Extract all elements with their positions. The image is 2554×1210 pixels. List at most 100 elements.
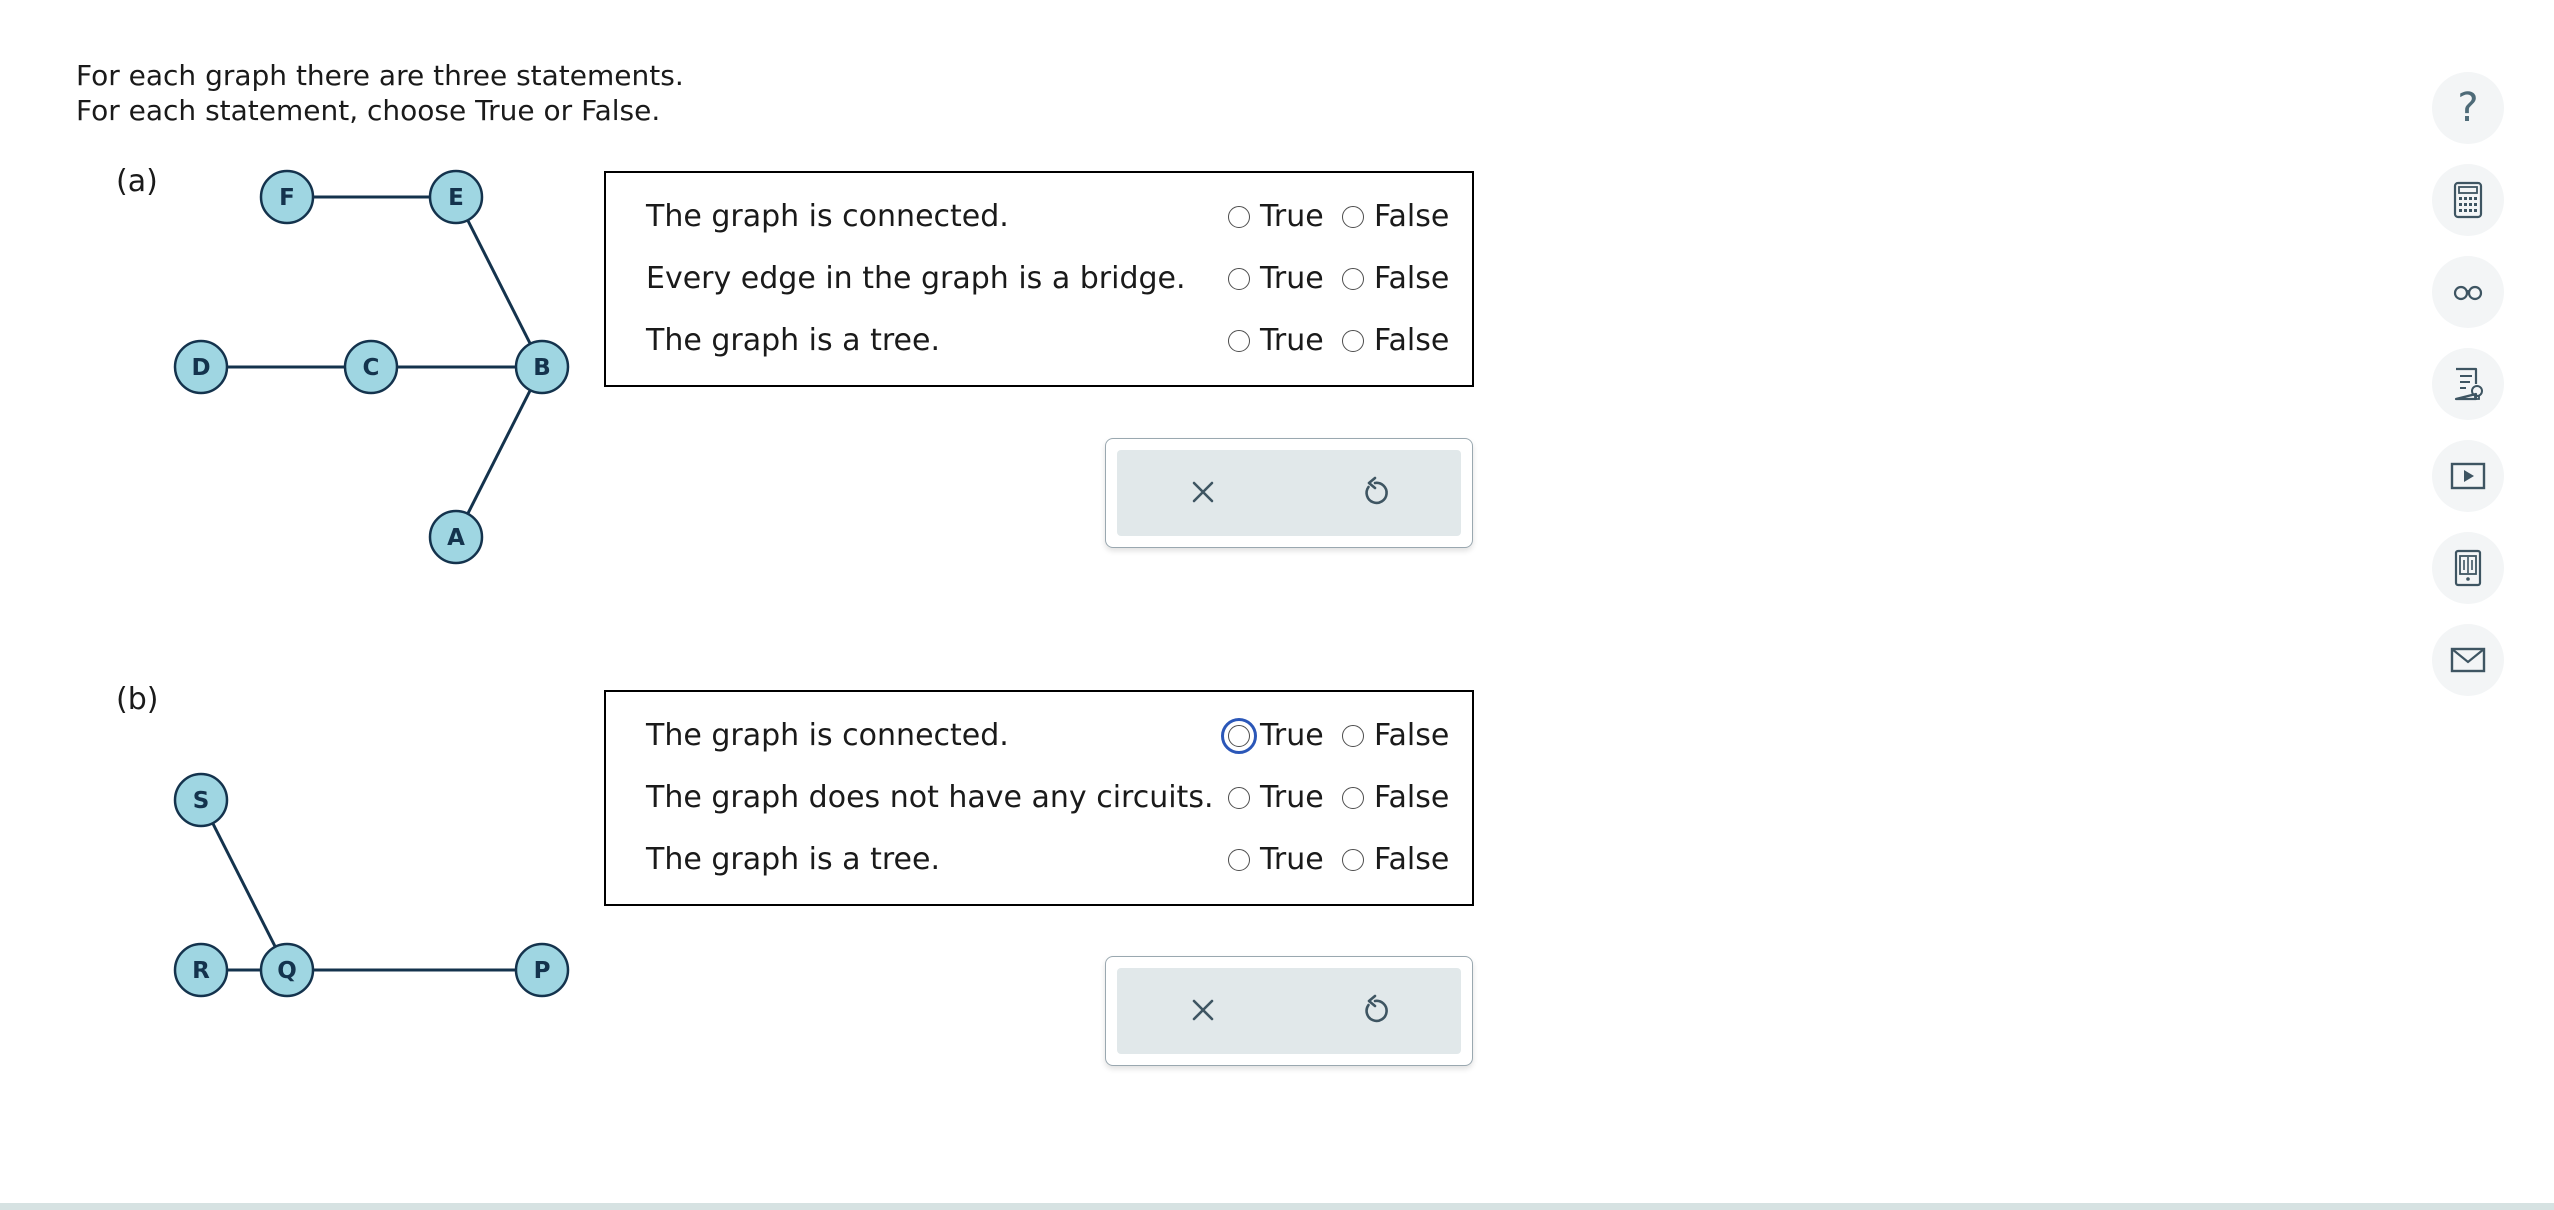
answer-actions-a bbox=[1105, 438, 1473, 548]
false-label: False bbox=[1374, 718, 1450, 753]
svg-text:F: F bbox=[279, 185, 295, 211]
true-option[interactable]: True bbox=[1228, 261, 1324, 296]
statement-text: The graph is a tree. bbox=[646, 323, 940, 358]
false-radio[interactable] bbox=[1342, 205, 1364, 228]
node-d: D bbox=[173, 339, 229, 395]
statement-text: Every edge in the graph is a bridge. bbox=[646, 261, 1186, 296]
false-option[interactable]: False bbox=[1342, 261, 1449, 296]
graph-a: F E D C B A bbox=[173, 169, 570, 565]
notes-icon bbox=[2454, 367, 2483, 401]
true-label: True bbox=[1260, 842, 1324, 877]
true-option[interactable]: True bbox=[1228, 780, 1324, 815]
action-bar bbox=[1117, 450, 1461, 536]
ebook-icon bbox=[2454, 549, 2482, 587]
true-radio[interactable] bbox=[1228, 786, 1250, 809]
statement-row: Every edge in the graph is a bridge. Tru… bbox=[606, 247, 1472, 309]
false-radio[interactable] bbox=[1342, 786, 1364, 809]
video-button[interactable] bbox=[2432, 440, 2504, 512]
true-option[interactable]: True bbox=[1228, 842, 1324, 877]
edge-b-a bbox=[454, 366, 544, 538]
clear-button[interactable] bbox=[1183, 472, 1223, 512]
statement-row: The graph is connected. True False bbox=[606, 704, 1472, 766]
statement-text: The graph is connected. bbox=[646, 718, 1009, 753]
edge-s-q bbox=[199, 799, 289, 971]
ebook-button[interactable] bbox=[2432, 532, 2504, 604]
hints-button[interactable] bbox=[2432, 348, 2504, 420]
false-option[interactable]: False bbox=[1342, 323, 1449, 358]
statement-row: The graph does not have any circuits. Tr… bbox=[606, 766, 1472, 828]
statement-text: The graph is connected. bbox=[646, 199, 1009, 234]
false-label: False bbox=[1374, 842, 1450, 877]
node-a: A bbox=[428, 509, 484, 565]
undo-button[interactable] bbox=[1355, 990, 1395, 1030]
true-label: True bbox=[1260, 199, 1324, 234]
false-option[interactable]: False bbox=[1342, 718, 1449, 753]
statement-row: The graph is connected. True False bbox=[606, 185, 1472, 247]
edge-e-b bbox=[454, 196, 544, 368]
bottom-bar bbox=[0, 1203, 2554, 1210]
false-label: False bbox=[1374, 199, 1450, 234]
statement-row: The graph is a tree. True False bbox=[606, 828, 1472, 890]
calculator-icon bbox=[2453, 181, 2483, 219]
node-r: R bbox=[173, 942, 229, 998]
true-option[interactable]: True bbox=[1221, 717, 1324, 754]
true-option[interactable]: True bbox=[1228, 323, 1324, 358]
false-option[interactable]: False bbox=[1342, 199, 1449, 234]
graph-area: F E D C B A S R Q P bbox=[173, 169, 570, 998]
false-radio[interactable] bbox=[1342, 724, 1364, 747]
true-radio[interactable] bbox=[1228, 205, 1250, 228]
false-radio[interactable] bbox=[1342, 329, 1364, 352]
statement-row: The graph is a tree. True False bbox=[606, 309, 1472, 371]
video-icon bbox=[2450, 462, 2486, 490]
statement-text: The graph does not have any circuits. bbox=[646, 780, 1214, 815]
node-q: Q bbox=[259, 942, 315, 998]
clear-button[interactable] bbox=[1183, 990, 1223, 1030]
true-label: True bbox=[1260, 718, 1324, 753]
mail-icon bbox=[2450, 647, 2486, 673]
node-s: S bbox=[173, 772, 229, 828]
false-option[interactable]: False bbox=[1342, 780, 1449, 815]
node-p: P bbox=[514, 942, 570, 998]
undo-icon bbox=[1365, 994, 1388, 1023]
node-b: B bbox=[514, 339, 570, 395]
svg-text:E: E bbox=[448, 185, 464, 211]
message-button[interactable] bbox=[2432, 624, 2504, 696]
undo-button[interactable] bbox=[1355, 472, 1395, 512]
svg-text:Q: Q bbox=[277, 958, 297, 984]
graph-b: S R Q P bbox=[173, 772, 570, 998]
node-e: E bbox=[428, 169, 484, 225]
node-c: C bbox=[343, 339, 399, 395]
false-radio[interactable] bbox=[1342, 848, 1364, 871]
false-radio[interactable] bbox=[1342, 267, 1364, 290]
svg-text:D: D bbox=[191, 355, 210, 381]
true-radio[interactable] bbox=[1228, 267, 1250, 290]
calculator-button[interactable] bbox=[2432, 164, 2504, 236]
false-option[interactable]: False bbox=[1342, 842, 1449, 877]
false-label: False bbox=[1374, 780, 1450, 815]
statements-b: The graph is connected. True False The g… bbox=[604, 690, 1474, 906]
reader-button[interactable] bbox=[2432, 256, 2504, 328]
true-radio[interactable] bbox=[1228, 329, 1250, 352]
help-button[interactable]: ? bbox=[2432, 72, 2504, 144]
svg-text:A: A bbox=[447, 525, 465, 551]
false-label: False bbox=[1374, 323, 1450, 358]
undo-icon bbox=[1365, 476, 1388, 505]
false-label: False bbox=[1374, 261, 1450, 296]
true-radio[interactable] bbox=[1221, 717, 1257, 754]
true-label: True bbox=[1260, 780, 1324, 815]
glasses-icon bbox=[2453, 285, 2483, 301]
svg-text:P: P bbox=[534, 958, 551, 984]
svg-text:B: B bbox=[533, 355, 551, 381]
close-icon bbox=[1192, 999, 1214, 1021]
true-option[interactable]: True bbox=[1228, 199, 1324, 234]
action-bar bbox=[1117, 968, 1461, 1054]
help-icon: ? bbox=[2457, 85, 2479, 131]
statement-text: The graph is a tree. bbox=[646, 842, 940, 877]
true-radio[interactable] bbox=[1228, 848, 1250, 871]
true-label: True bbox=[1260, 323, 1324, 358]
answer-actions-b bbox=[1105, 956, 1473, 1066]
svg-text:R: R bbox=[192, 958, 210, 984]
svg-text:C: C bbox=[363, 355, 380, 381]
svg-text:S: S bbox=[193, 788, 210, 814]
true-label: True bbox=[1260, 261, 1324, 296]
